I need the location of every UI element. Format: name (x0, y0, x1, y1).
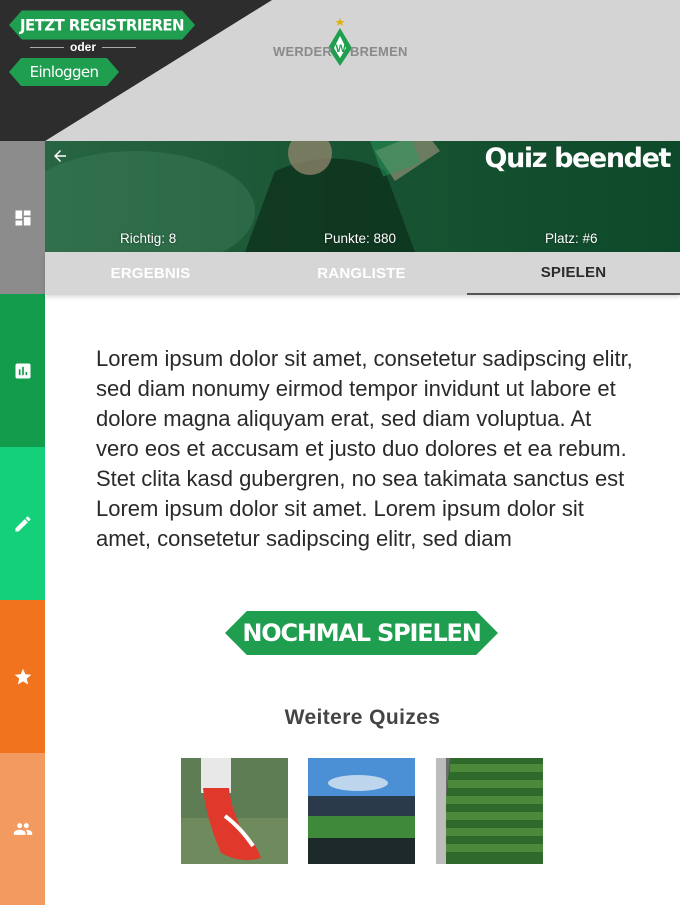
quiz-finished-title: Quiz beendet (484, 143, 672, 174)
result-description: Lorem ipsum dolor sit amet, consetetur s… (96, 346, 633, 551)
werder-bremen-logo-front[interactable]: W WERDER BREMEN (272, 18, 408, 68)
football-boot-image (181, 758, 288, 864)
logo-word-werder: WERDER (273, 44, 332, 59)
logo-word-bremen: BREMEN (350, 44, 408, 59)
quiz-result-banner: Quiz beendet Richtig: 8 Punkte: 880 Plat… (45, 141, 680, 252)
tab-leaderboard[interactable]: RANGLISTE (256, 252, 467, 295)
star-icon (14, 668, 31, 684)
people-icon (13, 823, 32, 835)
sidebar (0, 141, 45, 905)
tab-bar: ERGEBNIS RANGLISTE SPIELEN (45, 252, 680, 295)
rank-position: Platz: #6 (545, 231, 598, 246)
or-label: oder (70, 40, 97, 54)
back-button[interactable] (51, 147, 69, 165)
pencil-icon (15, 515, 31, 531)
quiz-thumbnail-stadium[interactable] (308, 758, 415, 864)
sidebar-item-stats[interactable] (0, 294, 45, 447)
points-count: Punkte: 880 (324, 231, 397, 246)
or-divider: oder (30, 39, 137, 55)
svg-text:W: W (336, 43, 347, 55)
play-again-button[interactable]: NOCHMAL SPIELEN (225, 611, 498, 655)
bar-chart-icon (15, 363, 30, 378)
tab-result[interactable]: ERGEBNIS (45, 252, 256, 295)
stadium-image (308, 758, 415, 864)
dashboard-icon (15, 210, 30, 225)
crest-icon: W (328, 18, 352, 66)
arrow-left-icon (54, 150, 66, 162)
sidebar-item-community[interactable] (0, 753, 45, 905)
pitch-aerial-image (436, 758, 543, 864)
more-quizzes-heading: Weitere Quizes (284, 706, 441, 729)
sidebar-item-dashboard[interactable] (0, 141, 45, 294)
sidebar-item-favorites[interactable] (0, 600, 45, 753)
quiz-thumbnail-boot[interactable] (181, 758, 288, 864)
sidebar-item-quiz[interactable] (0, 447, 45, 600)
tab-play[interactable]: SPIELEN (467, 252, 680, 295)
quiz-thumbnail-pitch[interactable] (436, 758, 543, 864)
login-button-front[interactable]: Einloggen (9, 58, 119, 86)
correct-count: Richtig: 8 (120, 231, 177, 246)
register-button-front[interactable]: JETZT REGISTRIEREN (9, 10, 195, 40)
